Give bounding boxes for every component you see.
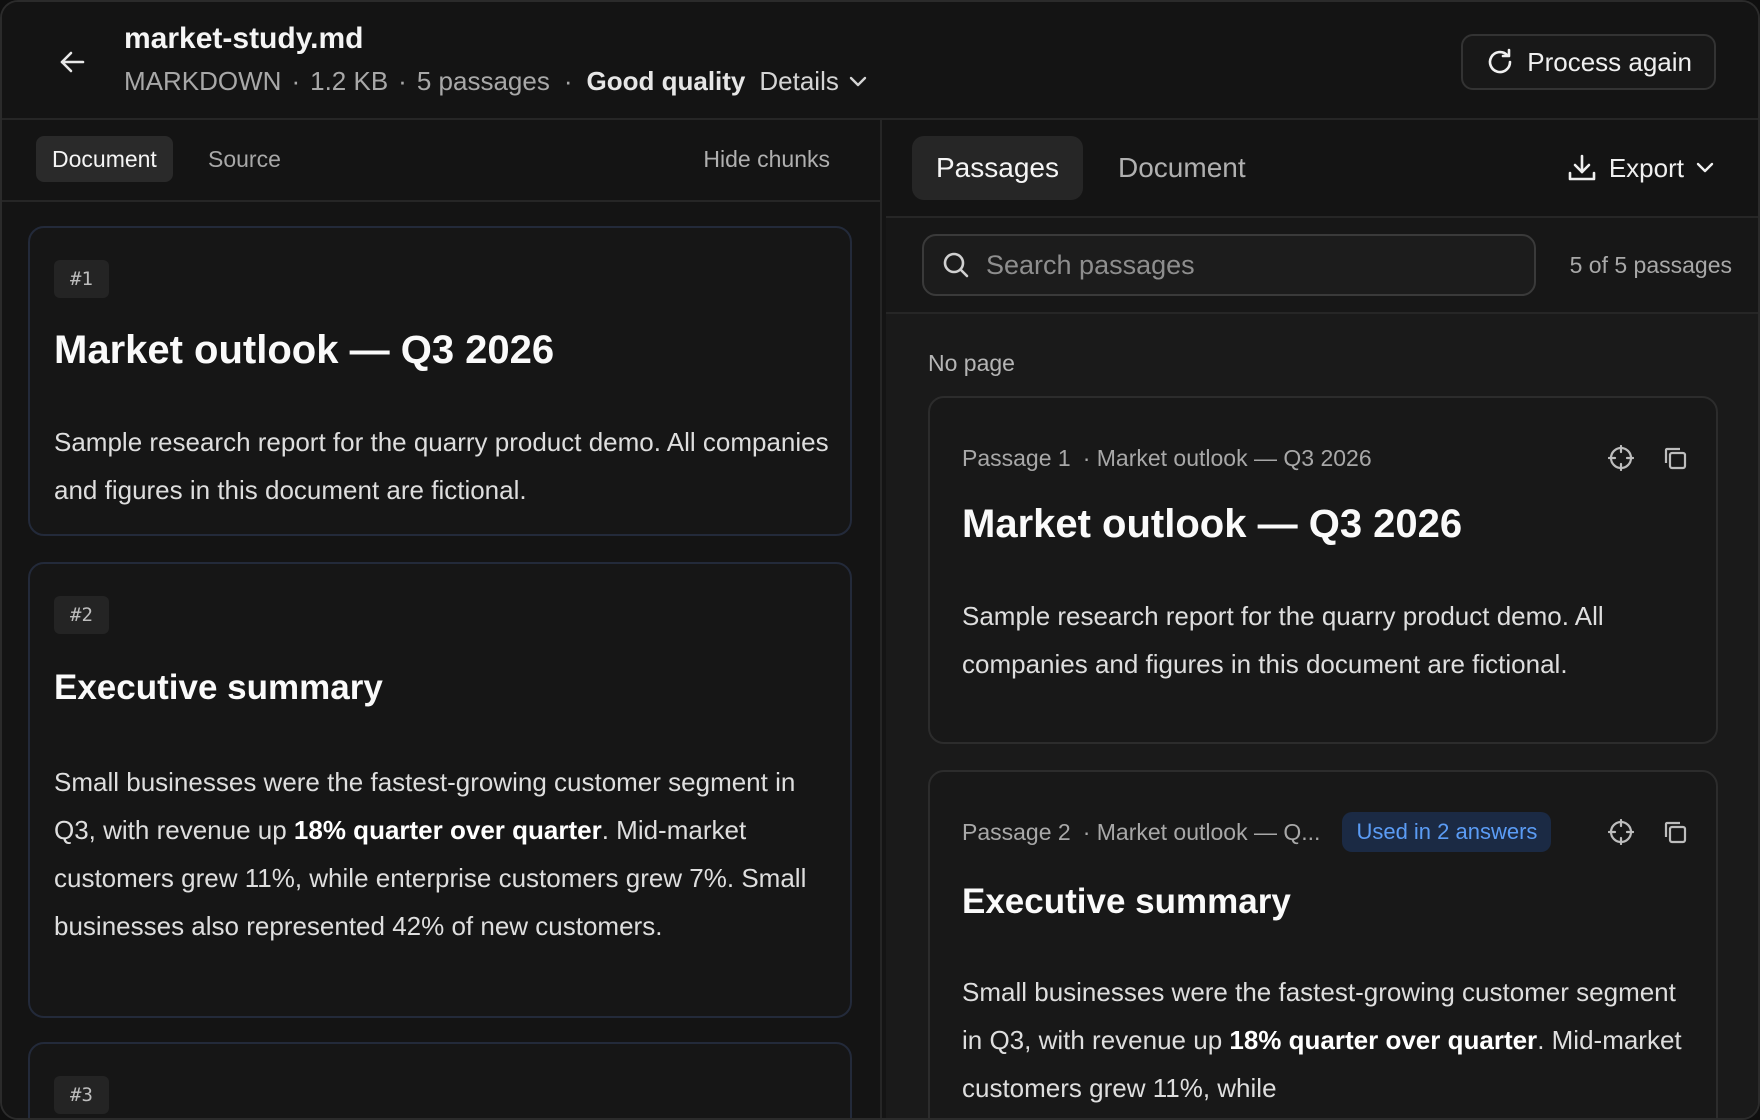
document-pane: Document Source Hide chunks #1 Market ou…	[2, 120, 882, 1118]
passage-card[interactable]: Passage 2 · Market outlook — Q... Used i…	[928, 770, 1718, 1118]
passage-text: Small businesses were the fastest-growin…	[962, 977, 1682, 1103]
passage-header: Passage 1 · Market outlook — Q3 2026	[962, 438, 1692, 478]
tab-passages[interactable]: Passages	[912, 136, 1083, 200]
passage-actions	[1608, 819, 1692, 845]
passage-heading-ref: · Market outlook — Q...	[1082, 818, 1321, 845]
meta-separator: ·	[563, 66, 573, 96]
page-group-label: No page	[928, 350, 1015, 376]
chunk-number-badge: #1	[54, 260, 109, 298]
chunk-text: Small businesses were the fastest-growin…	[54, 767, 807, 941]
export-label: Export	[1608, 152, 1684, 183]
chunk-heading: Market outlook — Q3 2026	[54, 328, 555, 372]
copy-icon	[1664, 447, 1687, 470]
file-name: market-study.md	[124, 22, 364, 55]
chunk-number-badge: #2	[54, 596, 109, 634]
crosshair-icon	[1608, 445, 1634, 471]
search-row: 5 of 5 passages	[886, 218, 1758, 314]
export-button[interactable]: Export	[1567, 136, 1714, 200]
passage-heading: Executive summary	[962, 882, 1291, 921]
passage-count-label: 5 of 5 passages	[1569, 251, 1732, 278]
passage-actions	[1608, 445, 1692, 471]
header: market-study.md MARKDOWN · 1.2 KB · 5 pa…	[2, 2, 1758, 120]
passage-count: 5 passages	[416, 66, 550, 96]
locate-button[interactable]	[1608, 819, 1634, 845]
search-icon	[943, 252, 969, 278]
process-again-button[interactable]: Process again	[1461, 34, 1716, 90]
copy-icon	[1664, 821, 1687, 844]
copy-button[interactable]	[1662, 445, 1688, 471]
chunk-text: Sample research report for the quarry pr…	[54, 427, 829, 505]
highlighted-text: 18% quarter over quarter	[1229, 1025, 1538, 1055]
file-format: MARKDOWN	[124, 66, 282, 96]
chunk-card[interactable]: #3	[28, 1042, 852, 1118]
search-input[interactable]	[986, 249, 1506, 281]
passages-pane: Passages Document Export 5 of 5 passages…	[886, 120, 1758, 1118]
arrow-left-icon	[60, 51, 85, 73]
chunk-card[interactable]: #2 Executive summary Small businesses we…	[28, 562, 852, 1018]
passage-heading: Market outlook — Q3 2026	[962, 502, 1463, 546]
chunk-card[interactable]: #1 Market outlook — Q3 2026 Sample resea…	[28, 226, 852, 536]
chunk-heading: Executive summary	[54, 668, 383, 707]
passage-label: Passage 1	[962, 444, 1071, 471]
process-again-label: Process again	[1527, 46, 1692, 77]
passage-heading-ref: · Market outlook — Q3 2026	[1082, 444, 1372, 471]
meta-separator: ·	[398, 66, 407, 96]
file-size: 1.2 KB	[310, 66, 389, 96]
passage-text: Sample research report for the quarry pr…	[962, 601, 1604, 679]
tab-document-right[interactable]: Document	[1118, 136, 1246, 200]
copy-button[interactable]	[1662, 819, 1688, 845]
search-box[interactable]	[922, 234, 1536, 296]
passages-pane-tabs: Passages Document Export	[886, 120, 1758, 218]
quality-label: Good quality	[586, 66, 746, 96]
locate-button[interactable]	[1608, 445, 1634, 471]
passage-header: Passage 2 · Market outlook — Q... Used i…	[962, 812, 1692, 852]
chevron-down-icon	[849, 76, 867, 86]
tab-document[interactable]: Document	[36, 136, 173, 182]
document-pane-tabs: Document Source Hide chunks	[2, 120, 880, 202]
refresh-icon	[1488, 48, 1512, 74]
chevron-down-icon	[1696, 162, 1714, 173]
file-meta: MARKDOWN · 1.2 KB · 5 passages · Good qu…	[124, 66, 867, 97]
back-button[interactable]	[52, 44, 92, 80]
passage-card[interactable]: Passage 1 · Market outlook — Q3 2026 Mar…	[928, 396, 1718, 744]
tab-source[interactable]: Source	[208, 136, 281, 182]
details-label: Details	[759, 66, 839, 96]
hide-chunks-button[interactable]: Hide chunks	[703, 136, 830, 182]
download-icon	[1568, 154, 1596, 181]
crosshair-icon	[1608, 819, 1634, 845]
passage-label: Passage 2	[962, 818, 1071, 845]
details-toggle[interactable]: Details	[759, 66, 867, 97]
highlighted-text: 18% quarter over quarter	[293, 815, 602, 845]
chunk-number-badge: #3	[54, 1076, 109, 1114]
meta-separator: ·	[291, 66, 301, 96]
used-in-answers-badge[interactable]: Used in 2 answers	[1342, 812, 1552, 852]
app-window: market-study.md MARKDOWN · 1.2 KB · 5 pa…	[0, 0, 1760, 1120]
